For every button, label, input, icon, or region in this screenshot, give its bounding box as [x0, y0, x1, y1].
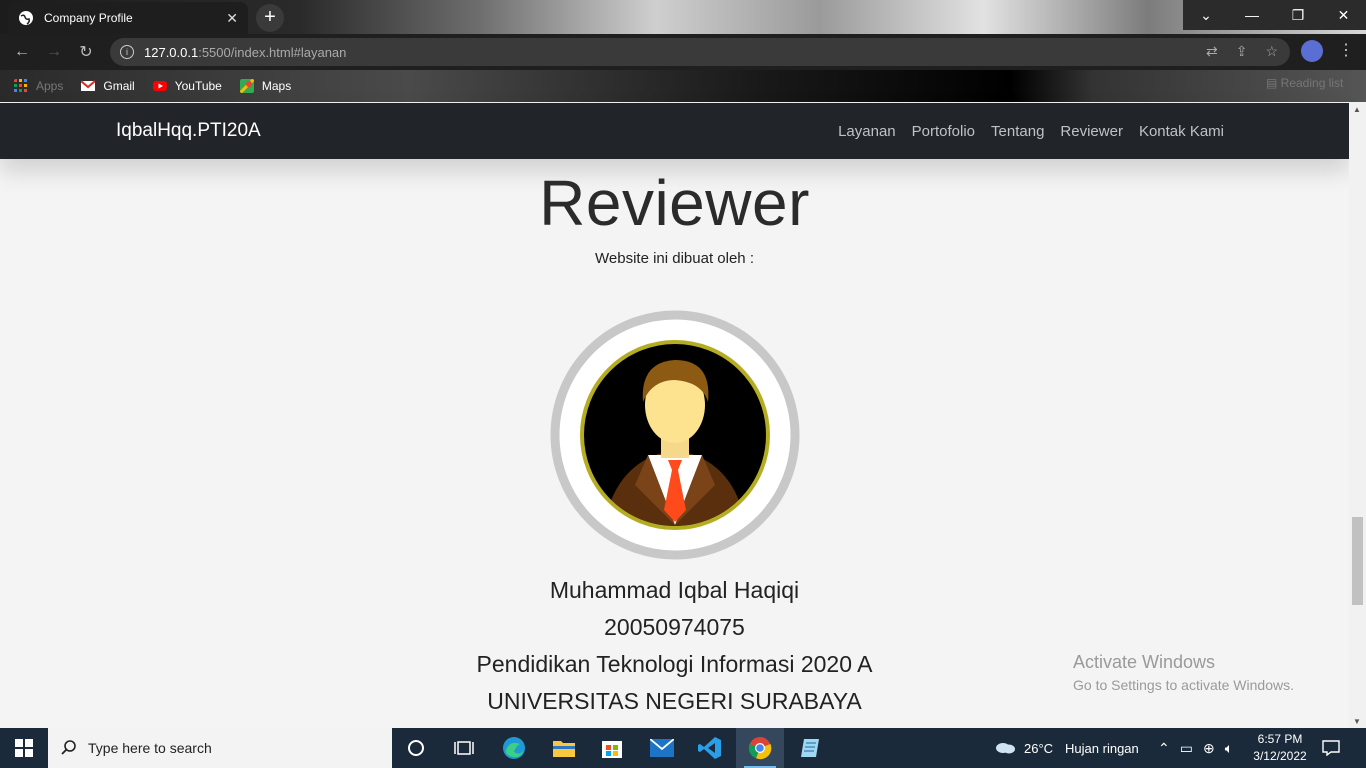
nav-link-layanan[interactable]: Layanan [838, 123, 896, 140]
chevron-up-icon[interactable]: ⌃ [1158, 740, 1170, 757]
search-icon [61, 740, 76, 755]
reading-list-button[interactable]: ▤ Reading list [1266, 76, 1343, 90]
nav-link-portofolio[interactable]: Portofolio [912, 123, 975, 140]
windows-logo-icon [15, 739, 33, 757]
url-path: :5500/index.html#layanan [198, 44, 347, 60]
bookmark-gmail[interactable]: Gmail [81, 79, 135, 93]
forward-arrow-icon[interactable]: → [38, 36, 70, 68]
translate-icon[interactable]: ⇄ [1206, 43, 1218, 60]
system-clock[interactable]: 6:57 PM 3/12/2022 [1250, 731, 1310, 765]
watermark-title: Activate Windows [1073, 652, 1216, 672]
maps-icon [239, 79, 254, 93]
file-explorer-icon[interactable] [540, 728, 588, 768]
battery-icon[interactable]: ▭ [1180, 740, 1193, 757]
browser-toolbar: ← → ↻ i 127.0.0.1:5500/index.html#layana… [0, 34, 1366, 70]
scroll-up-icon[interactable]: ▲ [1353, 105, 1361, 114]
reading-list-label: Reading list [1280, 76, 1344, 90]
site-menu: Layanan Portofolio Tentang Reviewer Kont… [838, 123, 1224, 140]
cloud-rain-icon [996, 743, 1015, 754]
cortana-icon[interactable] [392, 728, 440, 768]
address-bar[interactable]: i 127.0.0.1:5500/index.html#layanan ⇄ ⇪ … [110, 38, 1290, 66]
speaker-icon[interactable]: 🔈︎ [1225, 740, 1233, 757]
url-host: 127.0.0.1 [144, 44, 199, 60]
browser-tab-active[interactable]: Company Profile ✕ [8, 2, 248, 34]
bookmark-label: YouTube [174, 79, 222, 93]
site-navbar: IqbalHqq.PTI20A Layanan Portofolio Tenta… [0, 103, 1349, 159]
close-window-button[interactable]: ✕ [1321, 0, 1366, 30]
tab-title: Company Profile [44, 11, 133, 25]
network-globe-icon[interactable]: ⊕ [1203, 740, 1215, 757]
browser-menu-icon[interactable]: ⋮ [1338, 40, 1354, 60]
reviewer-avatar [550, 310, 800, 560]
task-view-icon[interactable] [440, 728, 488, 768]
section-subtitle: Website ini dibuat oleh : [595, 250, 754, 267]
bookmark-label: Apps [36, 79, 64, 93]
notification-icon[interactable] [1322, 728, 1340, 768]
site-info-icon[interactable]: i [120, 45, 134, 59]
clock-time: 6:57 PM [1257, 732, 1303, 746]
taskbar-search-box[interactable]: Type here to search [48, 728, 392, 768]
reviewer-name: Muhammad Iqbal Haqiqi [549, 577, 800, 603]
section-title: Reviewer [539, 167, 810, 239]
edge-browser-icon[interactable] [490, 728, 538, 768]
tab-close-icon[interactable]: ✕ [226, 10, 238, 27]
back-arrow-icon[interactable]: ← [6, 36, 38, 68]
tab-search-button[interactable]: ⌄ [1183, 0, 1229, 30]
site-brand[interactable]: IqbalHqq.PTI20A [116, 120, 261, 142]
notes-app-icon[interactable] [786, 728, 834, 768]
bookmark-apps[interactable]: Apps [14, 79, 63, 93]
scrollbar-thumb[interactable] [1352, 517, 1363, 605]
bookmark-label: Gmail [103, 79, 135, 93]
chrome-icon[interactable] [736, 728, 784, 768]
bookmarks-bar: Apps Gmail YouTube Maps [0, 70, 1366, 102]
nav-link-kontak[interactable]: Kontak Kami [1139, 123, 1224, 140]
reviewer-id: 20050974075 [604, 614, 745, 640]
reading-list-icon: ▤ [1266, 76, 1281, 90]
weather-condition: Hujan ringan [1065, 740, 1139, 756]
share-icon[interactable]: ⇪ [1236, 43, 1248, 60]
page-scrollbar[interactable]: ▲ ▼ [1349, 103, 1366, 728]
bookmark-label: Maps [261, 79, 292, 93]
scroll-down-icon[interactable]: ▼ [1353, 717, 1361, 726]
new-tab-button[interactable]: + [256, 4, 284, 32]
watermark-subtitle: Go to Settings to activate Windows. [1073, 677, 1294, 693]
browser-tabstrip: Company Profile ✕ + ⌄ — ❐ ✕ [0, 0, 1366, 34]
vscode-icon[interactable] [686, 728, 734, 768]
bookmark-youtube[interactable]: YouTube [152, 79, 222, 93]
microsoft-store-icon[interactable] [588, 728, 636, 768]
clock-date: 3/12/2022 [1253, 749, 1307, 763]
apps-grid-icon [14, 79, 27, 92]
system-tray: ⌃ ▭ ⊕ 🔈︎ [1158, 728, 1233, 768]
weather-temp: 26°C [1024, 740, 1054, 756]
restore-button[interactable]: ❐ [1275, 0, 1321, 30]
reload-icon[interactable]: ↻ [70, 36, 102, 68]
bookmark-star-icon[interactable]: ☆ [1265, 43, 1278, 60]
globe-icon [19, 11, 33, 25]
nav-link-reviewer[interactable]: Reviewer [1060, 123, 1123, 140]
weather-widget[interactable]: 26°C Hujan ringan [994, 728, 1139, 768]
minimize-button[interactable]: — [1229, 0, 1275, 30]
search-placeholder: Type here to search [88, 740, 212, 756]
gmail-icon [81, 80, 96, 91]
windows-taskbar: Type here to search 26°C Hujan ringan ⌃ [0, 728, 1366, 768]
bookmark-maps[interactable]: Maps [239, 79, 292, 93]
activate-windows-watermark: Activate Windows Go to Settings to activ… [1073, 652, 1294, 693]
profile-avatar-icon[interactable] [1301, 40, 1323, 62]
start-button[interactable] [0, 728, 48, 768]
mail-icon[interactable] [638, 728, 686, 768]
nav-link-tentang[interactable]: Tentang [991, 123, 1044, 140]
youtube-icon [152, 81, 167, 91]
